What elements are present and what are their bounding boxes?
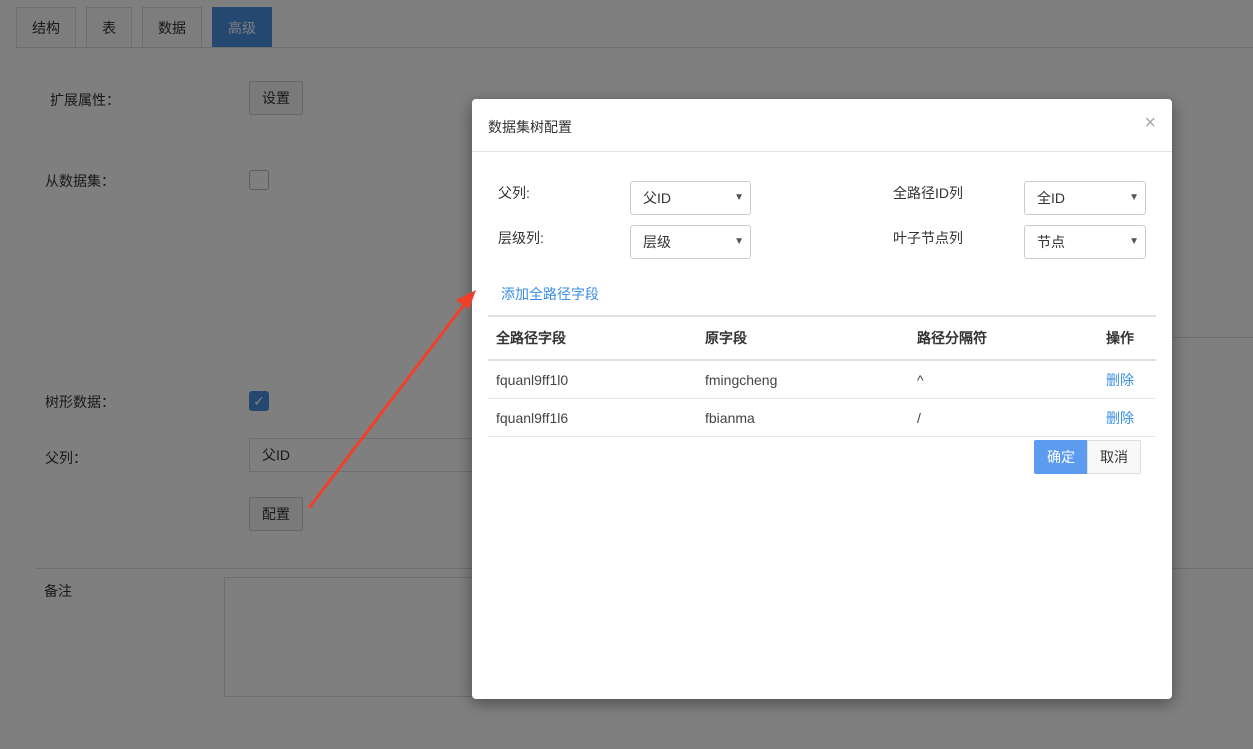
annotation-arrow-icon [307, 290, 476, 509]
